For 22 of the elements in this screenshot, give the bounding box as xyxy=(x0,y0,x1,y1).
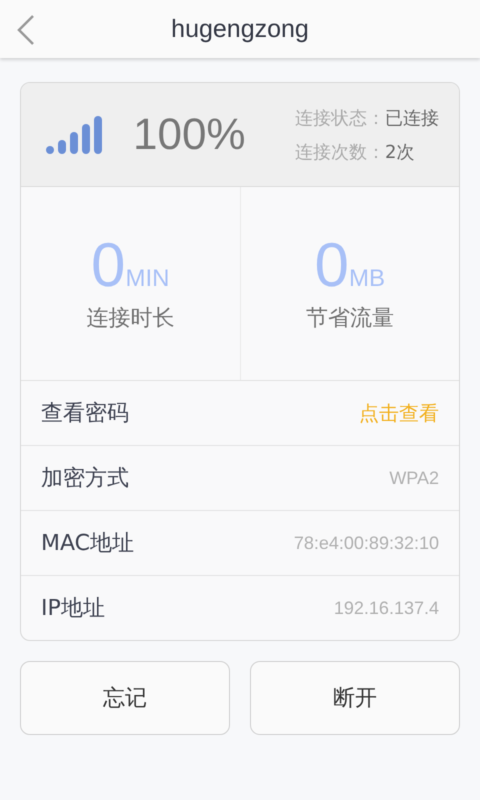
stat-value: 0 xyxy=(314,234,349,296)
signal-percent: 100% xyxy=(133,110,243,160)
stat-value: 0 xyxy=(91,234,126,296)
status-label: 连接状态： xyxy=(295,108,385,128)
stat-label: 连接时长 xyxy=(86,304,174,332)
row-label: 加密方式 xyxy=(41,465,129,493)
disconnect-button[interactable]: 断开 xyxy=(250,661,460,735)
row-label: MAC地址 xyxy=(41,530,134,558)
row-value: WPA2 xyxy=(389,468,439,488)
row-label: 查看密码 xyxy=(41,400,129,428)
row-value: 192.16.137.4 xyxy=(334,598,439,618)
status-value: 2次 xyxy=(385,142,414,162)
row-label: IP地址 xyxy=(41,595,105,623)
status-label: 连接次数： xyxy=(295,142,385,162)
stat-unit: MIN xyxy=(125,264,170,292)
status-value: 已连接 xyxy=(385,108,439,128)
signal-icon xyxy=(45,114,105,156)
stat-unit: MB xyxy=(348,264,385,292)
forget-button[interactable]: 忘记 xyxy=(20,661,230,735)
stat-label: 节省流量 xyxy=(306,304,394,332)
row-value: 78:e4:00:89:32:10 xyxy=(294,532,439,554)
window-title: hugengzong xyxy=(171,14,309,44)
